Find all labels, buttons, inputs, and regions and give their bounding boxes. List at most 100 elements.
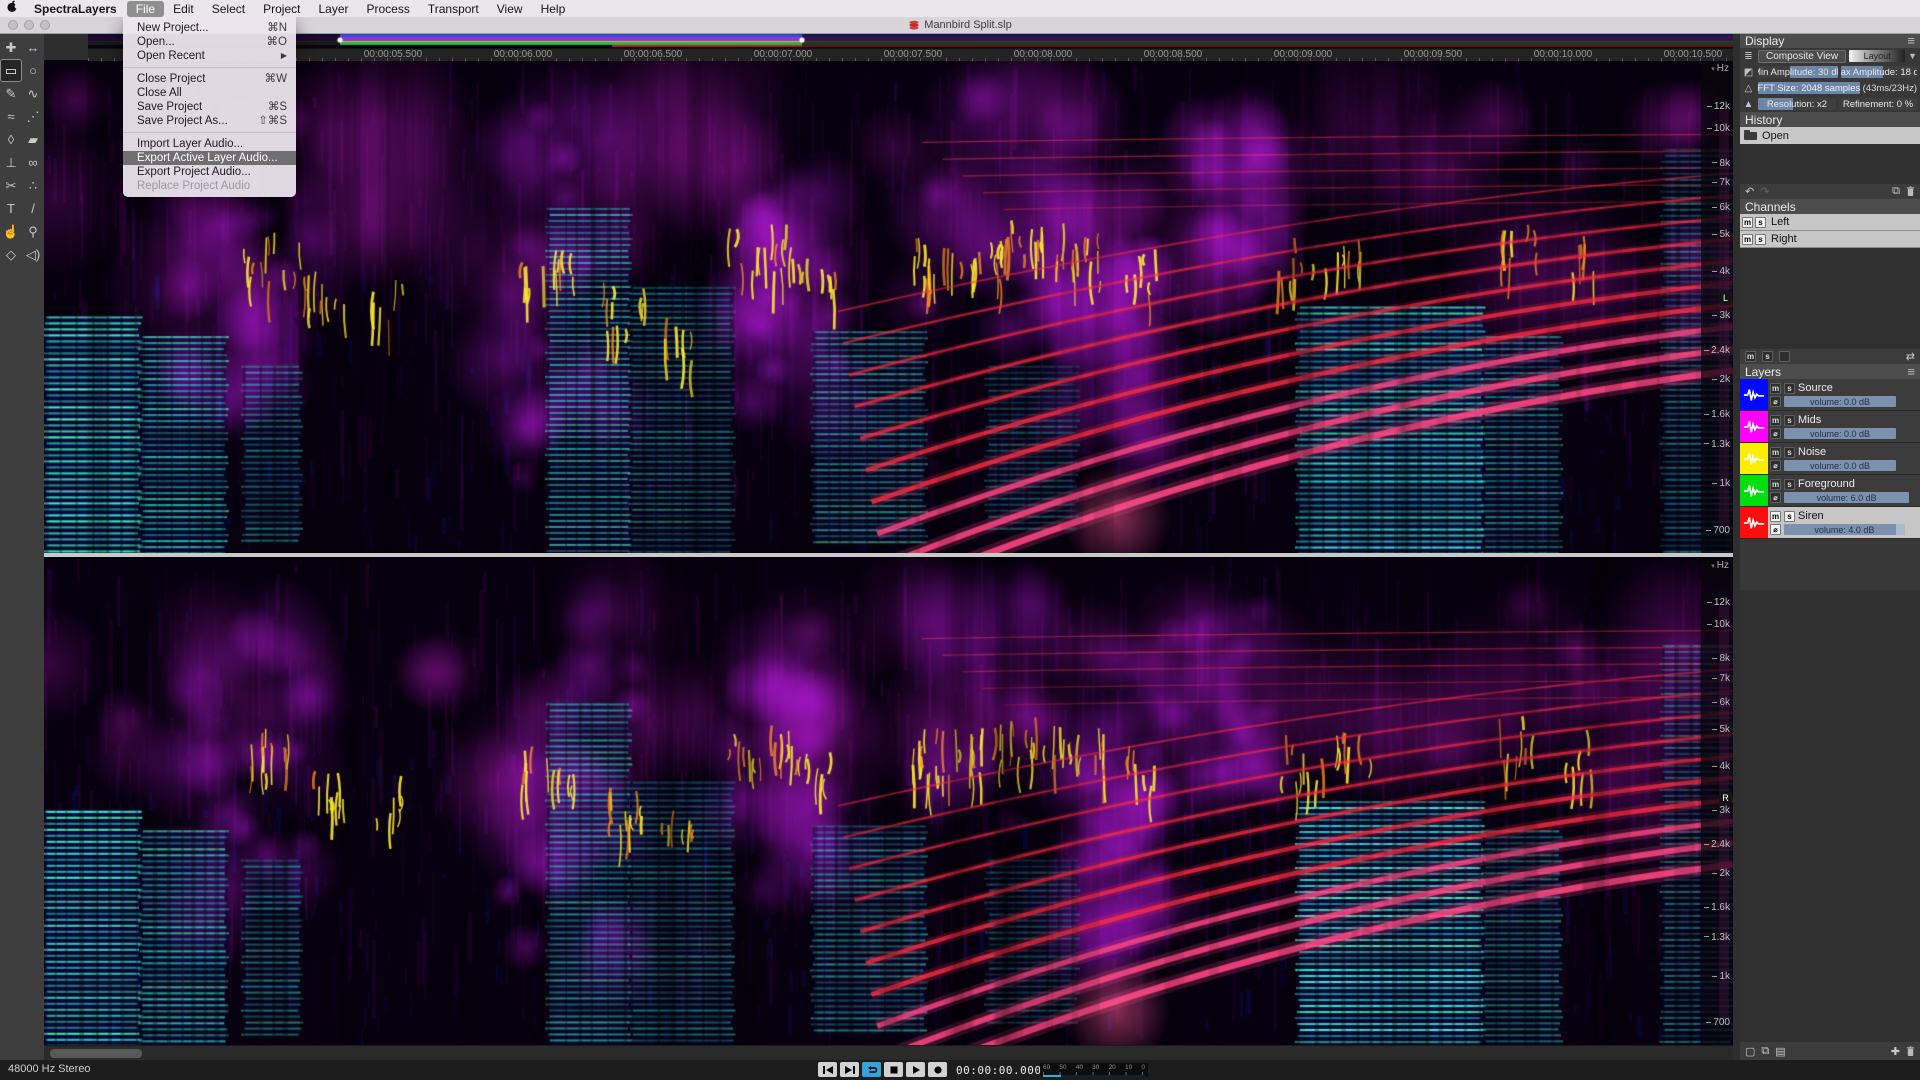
3d-view-tool[interactable]: ◇	[0, 243, 22, 266]
layer-color-swatch[interactable]	[1740, 507, 1768, 538]
time-ruler[interactable]: 00:00:05.50000:00:06.00000:00:06.50000:0…	[88, 48, 1733, 61]
stop-button[interactable]	[884, 1062, 903, 1077]
file-menu-item-open[interactable]: Open...⌘O	[123, 35, 296, 49]
undo-button[interactable]: ↶	[1745, 185, 1754, 198]
heal-tool[interactable]: ∞	[22, 151, 44, 174]
time-stretch-tool[interactable]: ↔	[22, 36, 44, 59]
redo-button[interactable]: ↷	[1760, 185, 1769, 198]
overview-strip[interactable]	[88, 33, 1733, 48]
stamp-tool[interactable]: ⊥	[0, 151, 22, 174]
skip-start-button[interactable]	[818, 1062, 837, 1077]
zoom-tool[interactable]: ⚲	[22, 220, 44, 243]
file-menu-item-export-active-layer-audio[interactable]: Export Active Layer Audio...	[123, 151, 296, 165]
spectrogram-splitter[interactable]	[44, 553, 1733, 557]
layer-color-swatch[interactable]	[1740, 443, 1768, 474]
menubar-item-layer[interactable]: Layer	[309, 1, 357, 17]
channel-swap-icon[interactable]: ⇄	[1906, 350, 1915, 363]
menubar-item-help[interactable]: Help	[532, 1, 575, 17]
layer-color-swatch[interactable]	[1740, 411, 1768, 442]
spectrogram-canvas-bottom[interactable]	[44, 557, 1733, 1045]
layer-solo-button[interactable]: s	[1784, 479, 1795, 490]
file-menu-item-export-project-audio[interactable]: Export Project Audio...	[123, 165, 296, 179]
menubar-item-transport[interactable]: Transport	[419, 1, 488, 17]
channel-row-left[interactable]: msLeft	[1740, 214, 1920, 231]
brush-tool[interactable]: ≈	[0, 105, 22, 128]
menubar-item-file[interactable]: File	[127, 1, 164, 17]
layer-phase-button[interactable]: ⌀	[1770, 524, 1781, 535]
spectrogram-view-left-channel[interactable]: Hz 12k10k8k7k6k5k4k3k2.4k2k1.6k1.3k1k700…	[44, 60, 1733, 553]
layer-volume-slider[interactable]: volume: 0.0 dB	[1784, 460, 1896, 471]
hand-tool[interactable]: ☝	[0, 220, 22, 243]
monitor-tool[interactable]: ◁)	[22, 243, 44, 266]
layer-color-swatch[interactable]	[1740, 379, 1768, 410]
max-amplitude-slider[interactable]: Max Amplitude: 18 dB	[1841, 66, 1917, 78]
chevron-down-icon[interactable]: ▼	[1908, 51, 1917, 61]
layer-solo-button[interactable]: s	[1784, 415, 1795, 426]
delete-layer-trash-icon[interactable]	[1906, 1046, 1915, 1057]
duplicate-layer-button[interactable]: ⧉	[1761, 1045, 1769, 1058]
file-menu-item-import-layer-audio[interactable]: Import Layer Audio...	[123, 137, 296, 151]
min-amplitude-slider[interactable]: Min Amplitude: 30 dB	[1758, 66, 1838, 78]
layer-row-noise[interactable]: msNoise⌀volume: 0.0 dB	[1740, 443, 1920, 475]
menubar-item-select[interactable]: Select	[203, 1, 254, 17]
layer-color-swatch[interactable]	[1740, 475, 1768, 506]
channels-solo-button[interactable]: s	[1762, 351, 1773, 362]
frequency-ruler-top[interactable]: Hz 12k10k8k7k6k5k4k3k2.4k2k1.6k1.3k1k700	[1701, 60, 1733, 553]
mute-button[interactable]: m	[1742, 217, 1753, 228]
file-menu-item-close-all[interactable]: Close All	[123, 86, 296, 100]
layer-phase-button[interactable]: ⌀	[1770, 396, 1781, 407]
layer-volume-slider[interactable]: volume: 4.0 dB	[1784, 524, 1905, 535]
layer-mute-button[interactable]: m	[1770, 511, 1781, 522]
hamburger-menu-icon[interactable]: ≡	[1907, 367, 1915, 377]
layer-solo-button[interactable]: s	[1784, 383, 1795, 394]
colormap-layout-select[interactable]: Layout	[1849, 50, 1905, 62]
menubar-item-edit[interactable]: Edit	[164, 1, 203, 17]
duplicate-state-button[interactable]: ⧉	[1892, 185, 1900, 198]
eraser-tool[interactable]: ◊	[0, 128, 22, 151]
layer-phase-button[interactable]: ⌀	[1770, 460, 1781, 471]
frequency-pen-tool[interactable]: ✎	[0, 82, 22, 105]
file-menu-item-open-recent[interactable]: Open Recent▶	[123, 49, 296, 63]
menubar-item-process[interactable]: Process	[358, 1, 419, 17]
knife-tool[interactable]: ✂	[0, 174, 22, 197]
apple-menu[interactable]	[0, 0, 24, 18]
layer-row-siren[interactable]: msSiren⌀volume: 4.0 dB	[1740, 507, 1920, 539]
fft-size-slider[interactable]: FFT Size: 2048 samples	[1758, 82, 1860, 94]
layer-mute-button[interactable]: m	[1770, 383, 1781, 394]
record-button[interactable]	[928, 1062, 947, 1077]
solo-button[interactable]: s	[1755, 217, 1766, 228]
new-layer-button[interactable]: ▢	[1745, 1045, 1755, 1058]
layer-volume-slider[interactable]: volume: 0.0 dB	[1784, 396, 1896, 407]
menubar-item-project[interactable]: Project	[254, 1, 309, 17]
layer-phase-button[interactable]: ⌀	[1770, 492, 1781, 503]
pencil-tool[interactable]: /	[22, 197, 44, 220]
file-menu-item-replace-project-audio[interactable]: Replace Project Audio	[123, 179, 296, 193]
layer-volume-slider[interactable]: volume: 0.0 dB	[1784, 428, 1896, 439]
big-eraser-tool[interactable]: ▰	[22, 128, 44, 151]
spectrogram-canvas-top[interactable]	[44, 60, 1733, 553]
spray-tool[interactable]: ∴	[22, 174, 44, 197]
transform-tool[interactable]: ✚	[0, 36, 22, 59]
layer-row-source[interactable]: msSource⌀volume: 0.0 dB	[1740, 379, 1920, 411]
layer-phase-button[interactable]: ⌀	[1770, 428, 1781, 439]
channels-mute-button[interactable]: m	[1745, 351, 1756, 362]
lasso-select-tool[interactable]: ∿	[22, 82, 44, 105]
mute-button[interactable]: m	[1742, 234, 1753, 245]
solo-button[interactable]: s	[1755, 234, 1766, 245]
dotted-brush-tool[interactable]: ⋰	[22, 105, 44, 128]
layer-solo-button[interactable]: s	[1784, 511, 1795, 522]
rectangle-select-tool[interactable]: ▭	[0, 59, 22, 82]
measure-tool[interactable]: T	[0, 197, 22, 220]
layer-mute-button[interactable]: m	[1770, 479, 1781, 490]
app-menu-title[interactable]: SpectraLayers	[24, 2, 127, 16]
hamburger-menu-icon[interactable]: ≡	[1907, 36, 1915, 46]
channels-extra-button[interactable]	[1779, 351, 1790, 362]
horizontal-scrollbar[interactable]	[44, 1045, 1733, 1061]
layer-mute-button[interactable]: m	[1770, 447, 1781, 458]
layer-solo-button[interactable]: s	[1784, 447, 1795, 458]
layer-row-foreground[interactable]: msForeground⌀volume: 6.0 dB	[1740, 475, 1920, 507]
history-entry-open[interactable]: Open	[1740, 127, 1920, 144]
file-menu-item-close-project[interactable]: Close Project⌘W	[123, 72, 296, 86]
menubar-item-view[interactable]: View	[488, 1, 532, 17]
skip-end-button[interactable]	[840, 1062, 859, 1077]
